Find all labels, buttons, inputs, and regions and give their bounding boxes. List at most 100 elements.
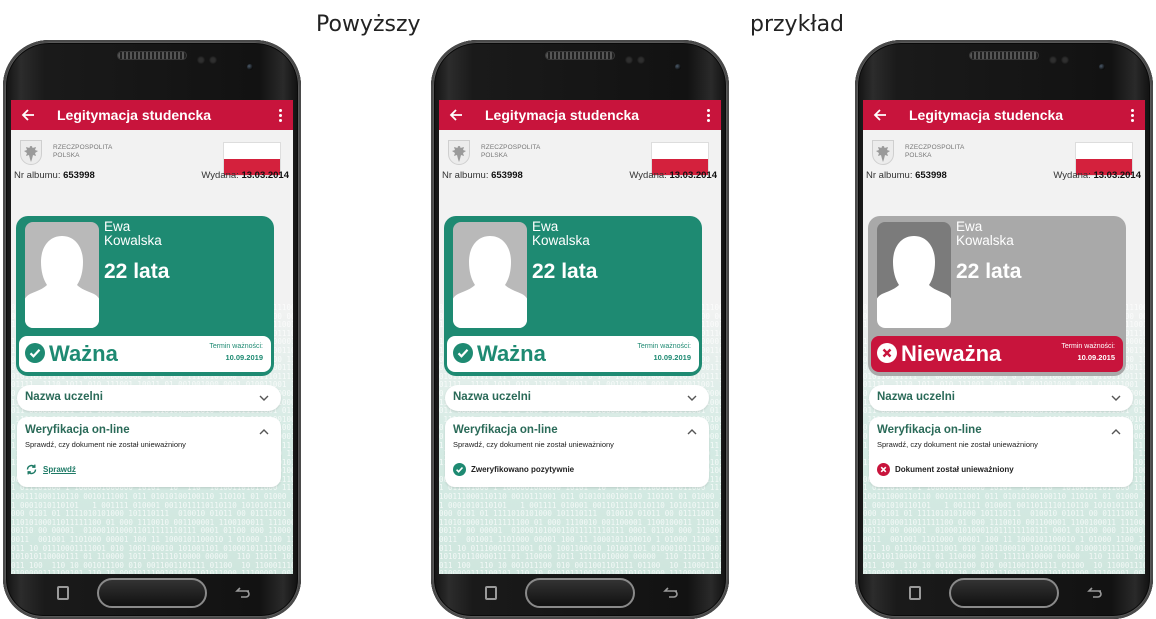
earpiece-speaker — [118, 52, 186, 59]
app-title: Legitymacja studencka — [57, 107, 212, 123]
chevron-down-icon — [687, 395, 697, 401]
student-age: 22 lata — [956, 260, 1022, 283]
university-accordion[interactable]: Nazwa uczelni — [869, 385, 1133, 411]
chevron-down-icon — [1111, 395, 1121, 401]
more-vertical-icon[interactable] — [705, 108, 711, 122]
validity-status: Ważna Termin ważności: 10.09.2019 — [447, 336, 699, 372]
chevron-down-icon — [259, 395, 269, 401]
x-circle-icon — [877, 343, 897, 363]
check-circle-icon — [453, 343, 473, 363]
university-accordion[interactable]: Nazwa uczelni — [445, 385, 709, 411]
check-circle-icon — [25, 343, 45, 363]
caption-right: przykład — [750, 12, 845, 37]
document-content: 01 000 110011 0010100 110010001001000001… — [11, 130, 293, 574]
verification-result: Dokument został unieważniony — [877, 463, 1014, 476]
earpiece-speaker — [546, 52, 614, 59]
front-camera — [1099, 64, 1105, 70]
document-header: RZECZPOSPOLITA POLSKA — [11, 130, 293, 176]
eagle-emblem-icon — [872, 140, 894, 165]
country-label: RZECZPOSPOLITA POLSKA — [481, 144, 541, 159]
screen: Legitymacja studencka 01 000 110011 0010… — [439, 100, 721, 574]
student-age: 22 lata — [532, 260, 598, 283]
expiry-date: 10.09.2019 — [225, 353, 263, 362]
front-camera — [675, 64, 681, 70]
proximity-sensor — [625, 56, 633, 64]
verify-button[interactable]: Sprawdź — [25, 463, 76, 476]
screen: Legitymacja studencka 01 000 110011 0010… — [863, 100, 1145, 574]
check-circle-icon — [453, 463, 466, 476]
more-vertical-icon[interactable] — [1129, 108, 1135, 122]
student-age: 22 lata — [104, 260, 170, 283]
app-title: Legitymacja studencka — [485, 107, 640, 123]
light-sensor — [209, 56, 217, 64]
proximity-sensor — [1049, 56, 1057, 64]
student-id-card: Ewa Kowalska 22 lata Ważna Termin ważnośc… — [444, 216, 702, 376]
eagle-emblem-icon — [20, 140, 42, 165]
expiry-date: 10.09.2015 — [1077, 353, 1115, 362]
light-sensor — [1061, 56, 1069, 64]
app-bar: Legitymacja studencka — [439, 100, 721, 130]
recent-apps-icon[interactable] — [485, 586, 497, 600]
issue-date: Wydana: 13.03.2014 — [629, 170, 717, 181]
refresh-icon — [26, 464, 37, 475]
more-vertical-icon[interactable] — [277, 108, 283, 122]
issue-date: Wydana: 13.03.2014 — [201, 170, 289, 181]
home-button[interactable] — [97, 578, 207, 608]
expiry-label: Termin ważności: — [209, 343, 263, 350]
album-number: Nr albumu: 653998 — [442, 170, 523, 181]
eagle-emblem-icon — [448, 140, 470, 165]
page: Powyższy przykład Legitymacja studencka … — [0, 0, 1156, 619]
phone-1: Legitymacja studencka 01 000 110011 0010… — [3, 40, 301, 619]
home-button[interactable] — [525, 578, 635, 608]
verification-description: Sprawdź, czy dokument nie został unieważ… — [453, 440, 614, 449]
back-icon[interactable] — [661, 586, 679, 600]
university-accordion[interactable]: Nazwa uczelni — [17, 385, 281, 411]
person-silhouette-icon — [877, 222, 951, 328]
document-meta: Nr albumu: 653998 Wydana: 13.03.2014 — [11, 170, 293, 184]
issue-date: Wydana: 13.03.2014 — [1053, 170, 1141, 181]
country-label: RZECZPOSPOLITA POLSKA — [53, 144, 113, 159]
verification-title: Weryfikacja on-line — [25, 424, 130, 436]
arrow-left-icon[interactable] — [449, 108, 463, 122]
phone-3: Legitymacja studencka 01 000 110011 0010… — [855, 40, 1153, 619]
hardware-nav-bar — [11, 576, 293, 610]
recent-apps-icon[interactable] — [57, 586, 69, 600]
chevron-up-icon[interactable] — [259, 428, 269, 436]
student-id-card: Ewa Kowalska 22 lata Nieważna Termin ważn… — [868, 216, 1126, 376]
document-content: 01 000 110011 0010100 110010001001000001… — [863, 130, 1145, 574]
expiry-label: Termin ważności: — [637, 343, 691, 350]
online-verification-panel: Weryfikacja on-line Sprawdź, czy dokumen… — [445, 417, 709, 487]
document-meta: Nr albumu: 653998 Wydana: 13.03.2014 — [863, 170, 1145, 184]
status-text: Ważna — [49, 341, 118, 366]
screen: Legitymacja studencka 01 000 110011 0010… — [11, 100, 293, 574]
arrow-left-icon[interactable] — [873, 108, 887, 122]
status-text: Ważna — [477, 341, 546, 366]
recent-apps-icon[interactable] — [909, 586, 921, 600]
app-title: Legitymacja studencka — [909, 107, 1064, 123]
app-bar: Legitymacja studencka — [11, 100, 293, 130]
verification-title: Weryfikacja on-line — [453, 424, 558, 436]
chevron-up-icon[interactable] — [687, 428, 697, 436]
online-verification-panel: Weryfikacja on-line Sprawdź, czy dokumen… — [17, 417, 281, 487]
document-content: 01 000 110011 0010100 110010001001000001… — [439, 130, 721, 574]
expiry-date: 10.09.2019 — [653, 353, 691, 362]
document-header: RZECZPOSPOLITA POLSKA — [439, 130, 721, 176]
status-text: Nieważna — [901, 341, 1002, 366]
proximity-sensor — [197, 56, 205, 64]
person-silhouette-icon — [25, 222, 99, 328]
online-verification-panel: Weryfikacja on-line Sprawdź, czy dokumen… — [869, 417, 1133, 487]
back-icon[interactable] — [1085, 586, 1103, 600]
home-button[interactable] — [949, 578, 1059, 608]
document-meta: Nr albumu: 653998 Wydana: 13.03.2014 — [439, 170, 721, 184]
earpiece-speaker — [970, 52, 1038, 59]
back-icon[interactable] — [233, 586, 251, 600]
person-silhouette-icon — [453, 222, 527, 328]
phone-2: Legitymacja studencka 01 000 110011 0010… — [431, 40, 729, 619]
student-name: Ewa Kowalska — [956, 219, 1014, 248]
validity-status: Nieważna Termin ważności: 10.09.2015 — [871, 336, 1123, 372]
album-number: Nr albumu: 653998 — [866, 170, 947, 181]
student-id-card: Ewa Kowalska 22 lata Ważna Termin ważnośc… — [16, 216, 274, 376]
x-circle-icon — [877, 463, 890, 476]
chevron-up-icon[interactable] — [1111, 428, 1121, 436]
arrow-left-icon[interactable] — [21, 108, 35, 122]
